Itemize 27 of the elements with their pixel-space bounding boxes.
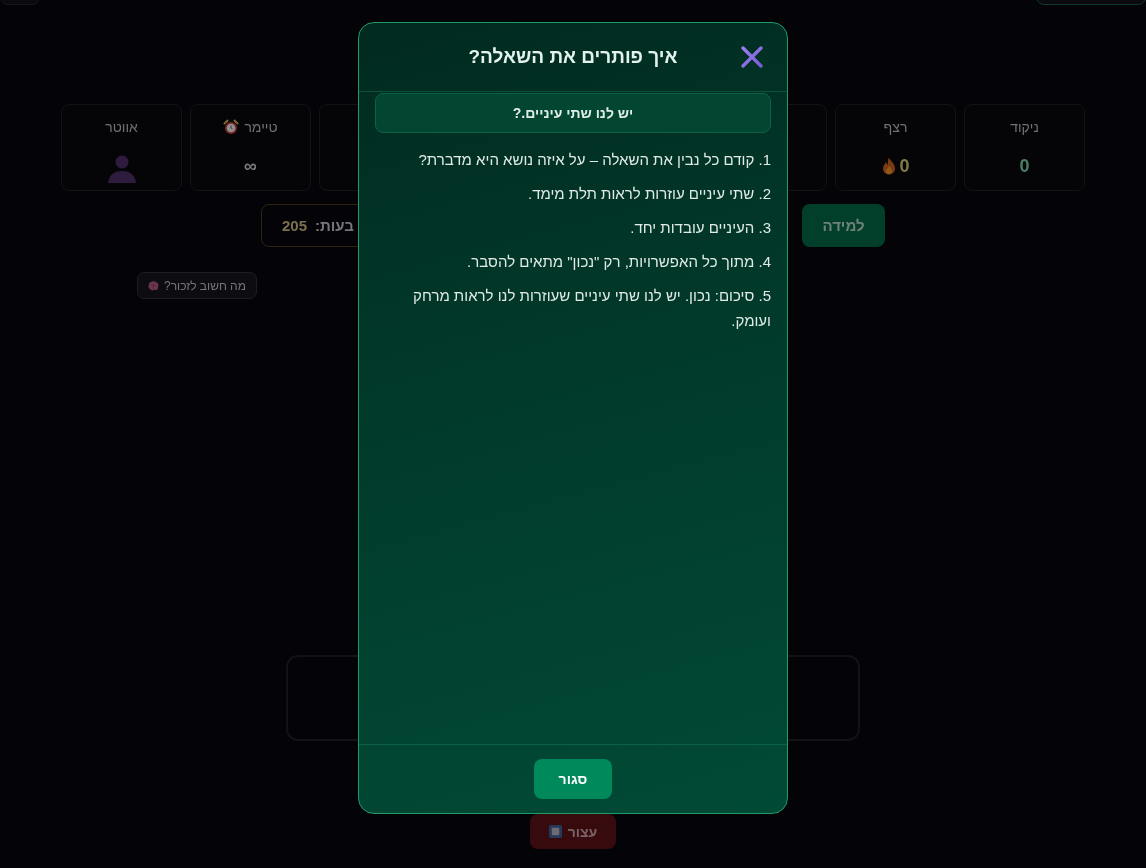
brain-icon [148,280,159,291]
stat-value: 0 [1019,155,1030,178]
step-text: 4. מתוך כל האפשרויות, רק "נכון" מתאים להסבר. [466,252,771,272]
stat-label: רצף [883,118,908,137]
step-text: 5. סיכום: נכון. יש לנו שתי עיניים שעוזרות לנו לראות מרחק ועומק. [412,286,771,331]
question-banner: יש לנו שתי עיניים.? [375,93,771,133]
flame-icon [881,157,896,175]
memory-button[interactable]: מה חשוב לזכור? [137,272,257,299]
coins-label: בעות: [315,217,354,234]
stop-icon [548,825,562,838]
alarm-clock-icon [223,119,240,135]
close-icon [741,46,763,68]
stat-label: אווטר [105,118,138,137]
dialog-title: איך פותרים את השאלה? [468,46,678,68]
person-silhouette-icon [106,153,137,183]
step-text: 2. שתי עיניים עוזרות לראות תלת מימד. [527,184,771,204]
step-text: 1. קודם כל נבין את השאלה – על איזה נושא היא מדברת? [417,150,771,170]
close-button[interactable] [741,46,763,68]
step-text: 3. העיניים עובדות יחד. [629,218,771,238]
stat-label: ניקוד [1010,118,1039,137]
close-button[interactable]: סגור [534,759,612,799]
coins-value: 205 [282,217,308,234]
learn-button[interactable]: למידה [802,204,885,247]
stop-button[interactable]: עצור [530,814,616,849]
stat-label: טיימר [244,118,278,137]
stat-value: ∞ [244,155,257,178]
stat-value: 0 [899,155,910,178]
